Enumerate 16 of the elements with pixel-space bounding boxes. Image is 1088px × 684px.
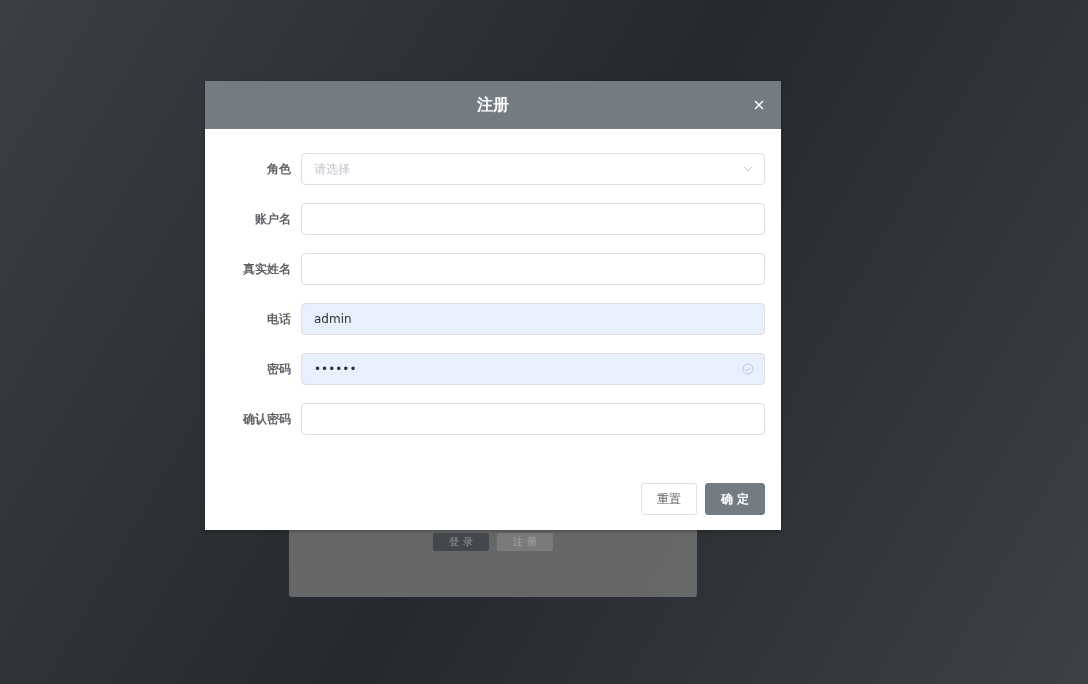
input-field[interactable] (301, 403, 765, 435)
field-label: 确认密码 (241, 410, 292, 428)
input-field[interactable] (301, 253, 765, 285)
reset-button[interactable]: 重置 (641, 483, 697, 515)
field-label: 密码 (266, 360, 292, 378)
input-field[interactable] (301, 203, 765, 235)
input-field[interactable]: •••••• (301, 353, 765, 385)
login-button[interactable]: 登 录 (433, 533, 489, 551)
field-label: 账户名 (254, 210, 292, 228)
confirm-button[interactable]: 确 定 (705, 483, 765, 515)
field-label: 电话 (266, 310, 292, 328)
field-label: 角色 (266, 160, 292, 178)
input-field[interactable]: admin (301, 303, 765, 335)
field-label: 真实姓名 (242, 260, 292, 278)
close-icon[interactable] (754, 100, 764, 110)
dialog-title: 注册 (477, 94, 509, 116)
